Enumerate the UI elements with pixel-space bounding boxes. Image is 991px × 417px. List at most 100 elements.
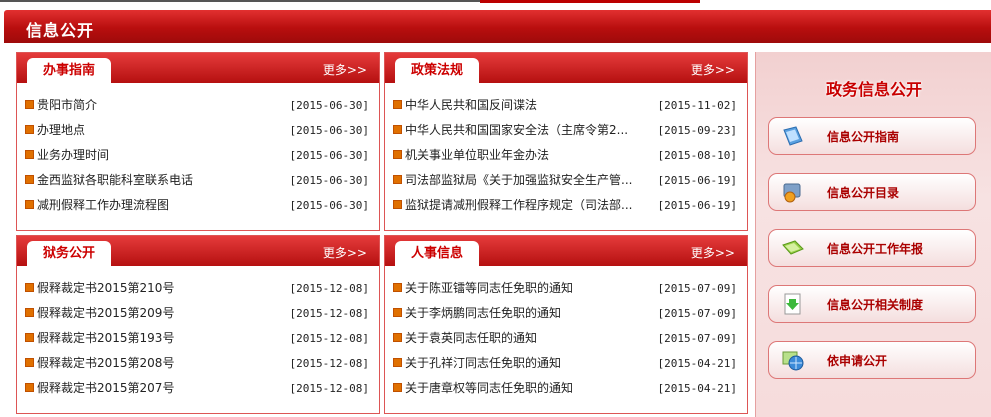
annual-report-button[interactable]: 信息公开工作年报: [768, 229, 976, 267]
item-title[interactable]: 司法部监狱局《关于加强监狱安全生产管...: [405, 168, 632, 193]
list-item[interactable]: 办理地点 [2015-06-30]: [25, 118, 369, 143]
bullet-icon: [25, 383, 34, 392]
item-title[interactable]: 中华人民共和国国家安全法（主席令第2...: [405, 118, 628, 143]
more-link-prison[interactable]: 更多>>: [323, 244, 367, 261]
top-strip-red: [480, 0, 700, 3]
bullet-icon: [25, 175, 34, 184]
list-item[interactable]: 假释裁定书2015第210号 [2015-12-08]: [25, 276, 369, 301]
bullet-icon: [25, 308, 34, 317]
item-date: [2015-12-08]: [289, 332, 369, 345]
list-item[interactable]: 假释裁定书2015第207号 [2015-12-08]: [25, 376, 369, 401]
panel-personnel: 人事信息 更多>> 关于陈亚镭等同志任免职的通知 [2015-07-09] 关于李…: [384, 235, 748, 414]
item-title[interactable]: 关于孔祥汀同志任免职的通知: [405, 351, 561, 376]
list-item[interactable]: 关于孔祥汀同志任免职的通知 [2015-04-21]: [393, 351, 737, 376]
bullet-icon: [393, 150, 402, 159]
bullet-icon: [25, 100, 34, 109]
item-date: [2015-06-19]: [657, 199, 737, 212]
item-date: [2015-12-08]: [289, 307, 369, 320]
panel-policy: 政策法规 更多>> 中华人民共和国反间谍法 [2015-11-02] 中华人民共和…: [384, 52, 748, 231]
list-policy: 中华人民共和国反间谍法 [2015-11-02] 中华人民共和国国家安全法（主席令…: [393, 93, 737, 218]
list-item[interactable]: 假释裁定书2015第209号 [2015-12-08]: [25, 301, 369, 326]
tab-guide[interactable]: 办事指南: [27, 58, 111, 84]
tab-policy[interactable]: 政策法规: [395, 58, 479, 84]
item-title[interactable]: 假释裁定书2015第210号: [37, 276, 174, 301]
item-title[interactable]: 金西监狱各职能科室联系电话: [37, 168, 193, 193]
item-title[interactable]: 假释裁定书2015第208号: [37, 351, 174, 376]
item-title[interactable]: 关于陈亚镭等同志任免职的通知: [405, 276, 573, 301]
item-title[interactable]: 减刑假释工作办理流程图: [37, 193, 169, 218]
tab-prison[interactable]: 狱务公开: [27, 241, 111, 267]
list-item[interactable]: 减刑假释工作办理流程图 [2015-06-30]: [25, 193, 369, 218]
list-item[interactable]: 假释裁定书2015第193号 [2015-12-08]: [25, 326, 369, 351]
info-guide-button[interactable]: 信息公开指南: [768, 117, 976, 155]
list-personnel: 关于陈亚镭等同志任免职的通知 [2015-07-09] 关于李炳鹏同志任免职的通知…: [393, 276, 737, 401]
more-link-personnel[interactable]: 更多>>: [691, 244, 735, 261]
panel-guide: 办事指南 更多>> 贵阳市简介 [2015-06-30] 办理地点 [2015-06…: [16, 52, 380, 231]
item-title[interactable]: 假释裁定书2015第207号: [37, 376, 174, 401]
item-date: [2015-06-30]: [289, 174, 369, 187]
item-title[interactable]: 关于袁英同志任职的通知: [405, 326, 537, 351]
item-title[interactable]: 监狱提请减刑假释工作程序规定（司法部...: [405, 193, 632, 218]
list-item[interactable]: 贵阳市简介 [2015-06-30]: [25, 93, 369, 118]
item-title[interactable]: 贵阳市简介: [37, 93, 97, 118]
list-prison: 假释裁定书2015第210号 [2015-12-08] 假释裁定书2015第209…: [25, 276, 369, 401]
bullet-icon: [25, 358, 34, 367]
list-item[interactable]: 业务办理时间 [2015-06-30]: [25, 143, 369, 168]
bullet-icon: [393, 333, 402, 342]
section-title: 信息公开: [26, 21, 95, 40]
bullet-icon: [393, 175, 402, 184]
book-icon: [783, 126, 803, 146]
item-date: [2015-12-08]: [289, 282, 369, 295]
item-date: [2015-12-08]: [289, 357, 369, 370]
item-title[interactable]: 业务办理时间: [37, 143, 109, 168]
item-date: [2015-06-30]: [289, 149, 369, 162]
annual-report-icon: [782, 240, 804, 255]
bullet-icon: [25, 333, 34, 342]
info-guide-label: 信息公开指南: [827, 130, 900, 144]
section-header: 信息公开: [4, 10, 991, 43]
annual-report-label: 信息公开工作年报: [827, 242, 924, 256]
item-date: [2015-04-21]: [657, 357, 737, 370]
apply-disclosure-label: 依申请公开: [827, 354, 888, 368]
list-item[interactable]: 机关事业单位职业年金办法 [2015-08-10]: [393, 143, 737, 168]
bullet-icon: [393, 200, 402, 209]
panel-prison: 狱务公开 更多>> 假释裁定书2015第210号 [2015-12-08] 假释裁…: [16, 235, 380, 414]
item-date: [2015-04-21]: [657, 382, 737, 395]
item-title[interactable]: 假释裁定书2015第193号: [37, 326, 174, 351]
list-item[interactable]: 关于袁英同志任职的通知 [2015-07-09]: [393, 326, 737, 351]
list-item[interactable]: 中华人民共和国反间谍法 [2015-11-02]: [393, 93, 737, 118]
info-catalog-label: 信息公开目录: [827, 186, 900, 200]
top-strip: [0, 0, 991, 6]
item-title[interactable]: 假释裁定书2015第209号: [37, 301, 174, 326]
sidebar-title: 政务信息公开: [825, 80, 922, 99]
list-item[interactable]: 关于陈亚镭等同志任免职的通知 [2015-07-09]: [393, 276, 737, 301]
more-link-policy[interactable]: 更多>>: [691, 61, 735, 78]
item-title[interactable]: 关于唐章权等同志任免职的通知: [405, 376, 573, 401]
more-link-guide[interactable]: 更多>>: [323, 61, 367, 78]
item-date: [2015-06-30]: [289, 99, 369, 112]
item-title[interactable]: 关于李炳鹏同志任免职的通知: [405, 301, 561, 326]
list-item[interactable]: 中华人民共和国国家安全法（主席令第2... [2015-09-23]: [393, 118, 737, 143]
item-date: [2015-06-30]: [289, 124, 369, 137]
item-title[interactable]: 中华人民共和国反间谍法: [405, 93, 537, 118]
apply-disclosure-button[interactable]: 依申请公开: [768, 341, 976, 379]
related-rules-button[interactable]: 信息公开相关制度: [768, 285, 976, 323]
item-date: [2015-12-08]: [289, 382, 369, 395]
item-date: [2015-11-02]: [657, 99, 737, 112]
list-guide: 贵阳市简介 [2015-06-30] 办理地点 [2015-06-30] 业务办理时…: [25, 93, 369, 218]
list-item[interactable]: 假释裁定书2015第208号 [2015-12-08]: [25, 351, 369, 376]
list-item[interactable]: 司法部监狱局《关于加强监狱安全生产管... [2015-06-19]: [393, 168, 737, 193]
list-item[interactable]: 关于唐章权等同志任免职的通知 [2015-04-21]: [393, 376, 737, 401]
item-title[interactable]: 办理地点: [37, 118, 85, 143]
gov-info-sidebar: 政务信息公开 信息公开指南 信息公开目录 信息公开工作年报 信息公开相关制度 依…: [755, 52, 991, 417]
bullet-icon: [25, 283, 34, 292]
info-catalog-button[interactable]: 信息公开目录: [768, 173, 976, 211]
list-item[interactable]: 监狱提请减刑假释工作程序规定（司法部... [2015-06-19]: [393, 193, 737, 218]
list-item[interactable]: 关于李炳鹏同志任免职的通知 [2015-07-09]: [393, 301, 737, 326]
bullet-icon: [393, 383, 402, 392]
item-date: [2015-07-09]: [657, 332, 737, 345]
item-date: [2015-06-30]: [289, 199, 369, 212]
list-item[interactable]: 金西监狱各职能科室联系电话 [2015-06-30]: [25, 168, 369, 193]
tab-personnel[interactable]: 人事信息: [395, 241, 479, 267]
item-title[interactable]: 机关事业单位职业年金办法: [405, 143, 549, 168]
